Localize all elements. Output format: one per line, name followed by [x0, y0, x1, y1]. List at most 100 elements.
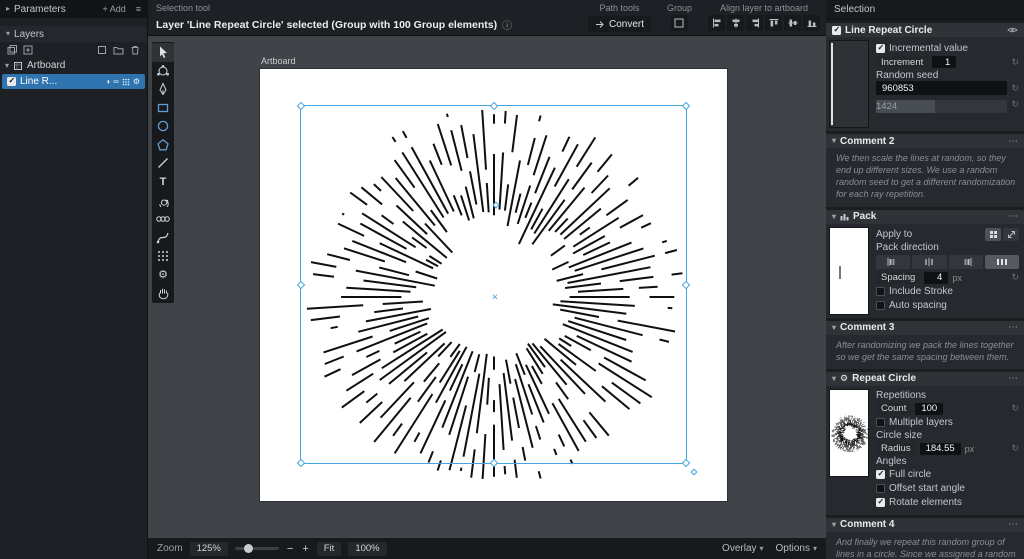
layers-panel-header[interactable]: ▾ Layers: [0, 26, 147, 42]
selection-status: Layer 'Line Repeat Circle' selected (Gro…: [156, 17, 512, 32]
section-header[interactable]: ▾ ⚙ Repeat Circle ⋯: [826, 372, 1024, 386]
spline-tool[interactable]: [152, 228, 174, 247]
incremental-value-checkbox[interactable]: [876, 44, 885, 53]
text-tool-icon: T: [160, 176, 167, 188]
pen-tool[interactable]: [152, 80, 174, 99]
section-header[interactable]: ▾ Pack ⋯: [826, 210, 1024, 224]
align-top-button[interactable]: [765, 15, 782, 31]
random-seed-input[interactable]: 960853: [876, 81, 1007, 95]
parameters-panel-header[interactable]: ▸ Parameters + Add ≡: [0, 0, 147, 18]
line-tool[interactable]: [152, 154, 174, 173]
section-menu-icon[interactable]: ⋯: [1008, 136, 1018, 147]
slider-value: 1424: [876, 101, 897, 112]
panel-menu-icon[interactable]: ≡: [136, 4, 141, 14]
pattern-tool[interactable]: [152, 247, 174, 266]
align-bottom-button[interactable]: [803, 15, 820, 31]
increment-input[interactable]: 1: [932, 56, 956, 68]
apply-to-expand-button[interactable]: [1003, 228, 1019, 241]
overlay-dropdown[interactable]: Overlay ▾: [722, 543, 763, 554]
radius-input[interactable]: 184.55: [920, 443, 961, 455]
new-layer-icon[interactable]: [7, 45, 17, 55]
offset-start-angle-checkbox[interactable]: [876, 484, 885, 493]
multiple-layers-checkbox[interactable]: [876, 418, 885, 427]
info-icon[interactable]: ⓘ: [502, 17, 512, 32]
trash-icon[interactable]: [130, 45, 140, 55]
include-stroke-checkbox[interactable]: [876, 287, 885, 296]
convert-button-label: Convert: [609, 19, 644, 30]
reset-icon[interactable]: ↻: [1011, 83, 1019, 94]
text-tool[interactable]: T: [152, 173, 174, 192]
reset-icon[interactable]: ↻: [1011, 99, 1019, 110]
pack-direction-justify-button[interactable]: [985, 255, 1019, 269]
settings-tool[interactable]: ⚙: [152, 265, 174, 284]
layer-row-artboard[interactable]: ▾ Artboard: [0, 58, 147, 73]
apply-to-grid-button[interactable]: [985, 228, 1001, 241]
spacing-label[interactable]: Spacing: [876, 272, 920, 284]
section-menu-icon[interactable]: ⋯: [1008, 322, 1018, 333]
zoom-in-button[interactable]: +: [301, 543, 309, 555]
layer-node-icons: ◑ ∞ ⚙: [105, 77, 140, 86]
section-header[interactable]: ▾ Comment 2 ⋯: [826, 134, 1024, 148]
zoom-100-button[interactable]: 100%: [348, 542, 386, 556]
rotate-elements-checkbox[interactable]: [876, 498, 885, 507]
align-middle-v-button[interactable]: [784, 15, 801, 31]
chevron-down-icon: ▾: [6, 30, 10, 38]
zoom-value[interactable]: 125%: [190, 542, 228, 556]
reset-icon[interactable]: ↻: [1011, 403, 1019, 414]
section-menu-icon[interactable]: ⋯: [1008, 519, 1018, 530]
group-button[interactable]: [671, 15, 688, 31]
value-slider[interactable]: 1424: [876, 100, 1007, 113]
polygon-tool[interactable]: [152, 136, 174, 155]
align-left-button[interactable]: [708, 15, 725, 31]
add-parameter-button[interactable]: + Add: [102, 4, 125, 14]
align-right-button[interactable]: [746, 15, 763, 31]
pack-icon: [840, 212, 849, 221]
section-title: Comment 3: [840, 322, 894, 333]
spiral-tool[interactable]: [152, 191, 174, 210]
convert-button[interactable]: Convert: [588, 16, 651, 32]
select-tool[interactable]: [152, 43, 174, 62]
auto-spacing-checkbox[interactable]: [876, 301, 885, 310]
increment-label[interactable]: Increment: [876, 56, 928, 68]
ellipse-tool[interactable]: [152, 117, 174, 136]
link-tool[interactable]: [152, 210, 174, 229]
rectangle-tool[interactable]: [152, 99, 174, 118]
comment-text: We then scale the lines at random, so th…: [826, 148, 1024, 207]
zoom-fit-button[interactable]: Fit: [317, 542, 342, 556]
hand-tool[interactable]: [152, 284, 174, 303]
layer-visibility-checkbox[interactable]: [7, 77, 16, 86]
selection-bounding-box[interactable]: ×: [300, 105, 687, 464]
full-circle-checkbox[interactable]: [876, 470, 885, 479]
reset-icon[interactable]: ↻: [1011, 57, 1019, 68]
count-label[interactable]: Count: [876, 403, 911, 415]
reset-icon[interactable]: ↻: [1011, 443, 1019, 454]
frame-icon[interactable]: [97, 45, 107, 55]
section-header[interactable]: ▾ Comment 4 ⋯: [826, 518, 1024, 532]
section-header[interactable]: Line Repeat Circle: [826, 23, 1024, 37]
duplicate-layer-icon[interactable]: [23, 45, 33, 55]
section-menu-icon[interactable]: ⋯: [1008, 211, 1018, 222]
radius-label[interactable]: Radius: [876, 443, 916, 455]
layer-row-line-repeat-circle[interactable]: Line R... ◑ ∞ ⚙: [2, 74, 145, 89]
unit-label: px: [965, 444, 975, 454]
options-dropdown[interactable]: Options ▾: [776, 543, 817, 554]
pack-direction-left-button[interactable]: [876, 255, 910, 269]
reset-icon[interactable]: ↻: [1011, 272, 1019, 283]
pack-direction-right-button[interactable]: [949, 255, 983, 269]
align-center-h-button[interactable]: [727, 15, 744, 31]
chevron-down-icon: ▾: [832, 213, 836, 221]
node-tool[interactable]: [152, 62, 174, 81]
section-header[interactable]: ▾ Comment 3 ⋯: [826, 321, 1024, 335]
node-enabled-checkbox[interactable]: [832, 26, 841, 35]
zoom-out-button[interactable]: −: [286, 543, 294, 555]
section-menu-icon[interactable]: ⋯: [1008, 373, 1018, 384]
zoom-slider-knob[interactable]: [244, 544, 253, 553]
viewport[interactable]: T ⚙ Artboard ×: [148, 36, 826, 538]
zoom-slider[interactable]: [235, 547, 279, 550]
spacing-input[interactable]: 4: [924, 272, 948, 284]
folder-icon[interactable]: [113, 45, 124, 55]
count-input[interactable]: 100: [915, 403, 943, 415]
pack-direction-center-button[interactable]: [912, 255, 946, 269]
pivot-handle[interactable]: [492, 201, 499, 208]
eye-icon[interactable]: [1007, 26, 1018, 34]
